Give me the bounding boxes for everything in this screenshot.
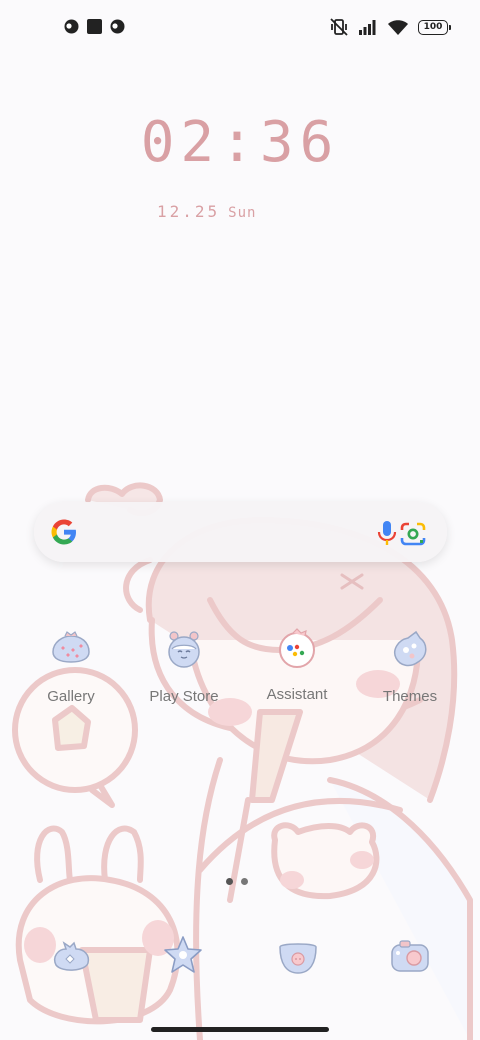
themes-icon xyxy=(394,630,427,667)
wifi-icon xyxy=(388,19,408,35)
assistant-icon xyxy=(279,628,315,668)
gesture-nav-handle[interactable] xyxy=(151,1027,329,1032)
page-indicator[interactable] xyxy=(226,878,248,885)
status-left-icons xyxy=(64,19,125,34)
page-dot-active xyxy=(226,878,233,885)
clock-time[interactable]: 02:36 xyxy=(0,110,480,175)
play-store-icon xyxy=(168,631,200,668)
messages-icon[interactable] xyxy=(276,935,320,979)
app-assistant[interactable]: Assistant xyxy=(249,626,345,703)
app-gallery[interactable]: Gallery xyxy=(23,628,119,705)
camera-icon[interactable] xyxy=(388,935,432,979)
day-text: Sun xyxy=(228,205,257,221)
notification-icon xyxy=(110,19,125,34)
square-app-icon xyxy=(87,19,102,34)
gallery-icon xyxy=(52,631,90,663)
battery-level: 100 xyxy=(423,22,443,32)
app-label: Play Store xyxy=(149,688,219,705)
clock-date[interactable]: 12.25 Sun xyxy=(157,202,256,221)
star-icon[interactable] xyxy=(161,933,205,977)
notification-icon xyxy=(64,19,79,34)
phone-icon[interactable] xyxy=(50,935,94,979)
app-themes[interactable]: Themes xyxy=(362,628,458,705)
signal-icon xyxy=(359,20,376,35)
app-label: Gallery xyxy=(47,688,95,705)
date-text: 12.25 xyxy=(157,202,221,221)
app-play-store[interactable]: Play Store xyxy=(136,628,232,705)
page-dot xyxy=(241,878,248,885)
mic-icon[interactable] xyxy=(376,520,398,546)
google-search-bar[interactable] xyxy=(34,502,447,562)
battery-icon: 100 xyxy=(418,19,451,35)
google-icon xyxy=(51,519,76,545)
status-bar: 100 xyxy=(0,0,480,56)
lens-icon[interactable] xyxy=(400,522,426,546)
vibrate-off-icon xyxy=(330,18,348,36)
app-label: Assistant xyxy=(266,686,328,703)
status-right-icons: 100 xyxy=(329,17,451,37)
app-label: Themes xyxy=(382,688,438,705)
